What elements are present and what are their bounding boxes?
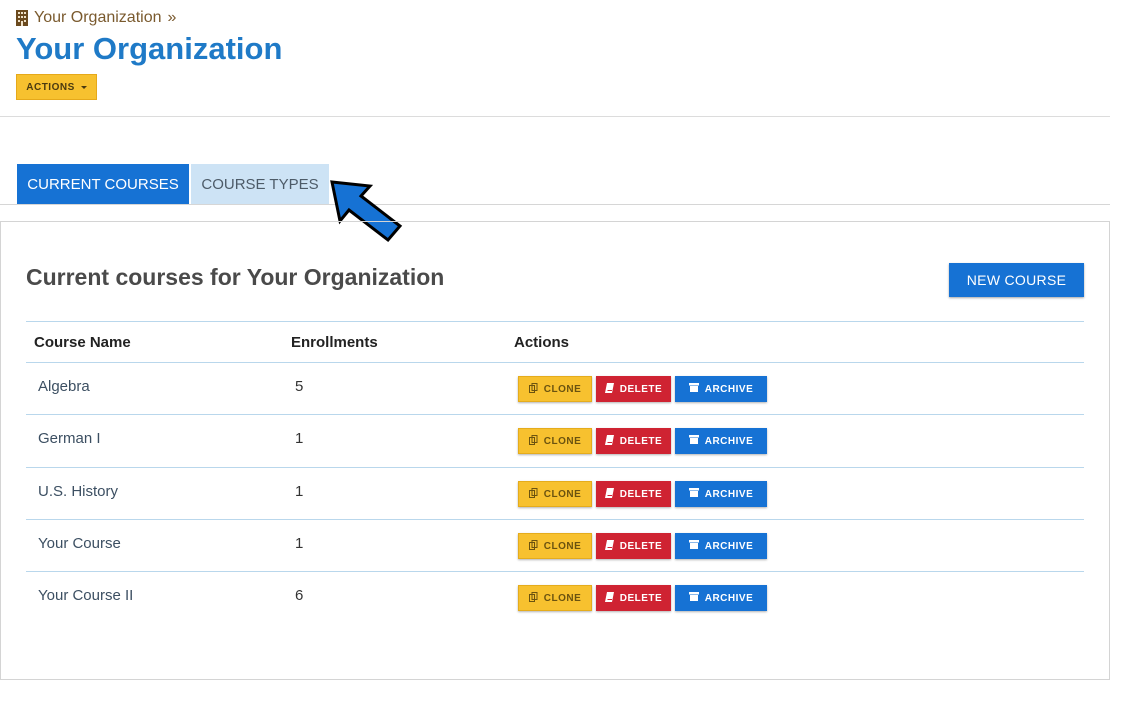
- copy-icon: [528, 382, 538, 396]
- divider: [0, 116, 1110, 117]
- archive-label: ARCHIVE: [704, 592, 754, 604]
- delete-label: DELETE: [619, 540, 663, 552]
- delete-button[interactable]: DELETE: [596, 533, 671, 559]
- clone-button[interactable]: CLONE: [518, 376, 592, 402]
- book-icon: [604, 434, 614, 448]
- archive-button[interactable]: ARCHIVE: [675, 585, 767, 611]
- column-header-course-name: Course Name: [34, 334, 131, 351]
- archive-button[interactable]: ARCHIVE: [675, 481, 767, 507]
- delete-label: DELETE: [619, 435, 663, 447]
- archive-icon: [688, 435, 699, 447]
- row-divider: [26, 571, 1084, 572]
- enrollments-cell: 6: [295, 587, 304, 604]
- row-divider: [26, 519, 1084, 520]
- course-name-cell[interactable]: Algebra: [38, 378, 90, 395]
- clone-label: CLONE: [543, 435, 582, 447]
- copy-icon: [528, 434, 538, 448]
- delete-label: DELETE: [619, 592, 663, 604]
- building-icon: [16, 10, 28, 26]
- delete-button[interactable]: DELETE: [596, 376, 671, 402]
- book-icon: [604, 487, 614, 501]
- course-name-cell[interactable]: U.S. History: [38, 483, 118, 500]
- course-name-cell[interactable]: German I: [38, 430, 101, 447]
- delete-button[interactable]: DELETE: [596, 481, 671, 507]
- archive-label: ARCHIVE: [704, 488, 754, 500]
- archive-button[interactable]: ARCHIVE: [675, 376, 767, 402]
- archive-icon: [688, 540, 699, 552]
- tabs-divider: [0, 204, 1110, 205]
- copy-icon: [528, 591, 538, 605]
- course-name-cell[interactable]: Your Course II: [38, 587, 133, 604]
- enrollments-cell: 1: [295, 430, 304, 447]
- caret-down-icon: [80, 85, 87, 89]
- clone-label: CLONE: [543, 488, 582, 500]
- row-divider: [26, 414, 1084, 415]
- page-title: Your Organization: [16, 31, 283, 66]
- table-top-border: [26, 321, 1084, 322]
- actions-label: ACTIONS: [26, 81, 75, 93]
- clone-button[interactable]: CLONE: [518, 428, 592, 454]
- book-icon: [604, 382, 614, 396]
- row-divider: [26, 467, 1084, 468]
- archive-button[interactable]: ARCHIVE: [675, 533, 767, 559]
- book-icon: [604, 539, 614, 553]
- column-header-enrollments: Enrollments: [291, 334, 378, 351]
- clone-label: CLONE: [543, 540, 582, 552]
- breadcrumb: Your Organization »: [16, 9, 176, 27]
- delete-button[interactable]: DELETE: [596, 585, 671, 611]
- enrollments-cell: 5: [295, 378, 304, 395]
- archive-icon: [688, 488, 699, 500]
- clone-button[interactable]: CLONE: [518, 533, 592, 559]
- book-icon: [604, 591, 614, 605]
- delete-label: DELETE: [619, 383, 663, 395]
- tab-current-courses[interactable]: CURRENT COURSES: [17, 164, 189, 204]
- copy-icon: [528, 539, 538, 553]
- copy-icon: [528, 487, 538, 501]
- delete-button[interactable]: DELETE: [596, 428, 671, 454]
- archive-label: ARCHIVE: [704, 540, 754, 552]
- archive-icon: [688, 383, 699, 395]
- clone-button[interactable]: CLONE: [518, 585, 592, 611]
- new-course-button[interactable]: NEW COURSE: [949, 263, 1084, 297]
- archive-label: ARCHIVE: [704, 383, 754, 395]
- breadcrumb-link-org[interactable]: Your Organization: [34, 9, 162, 27]
- course-name-cell[interactable]: Your Course: [38, 535, 121, 552]
- archive-button[interactable]: ARCHIVE: [675, 428, 767, 454]
- table-header-border: [26, 362, 1084, 363]
- enrollments-cell: 1: [295, 483, 304, 500]
- breadcrumb-separator: »: [167, 9, 177, 26]
- column-header-actions: Actions: [514, 334, 570, 351]
- archive-icon: [688, 592, 699, 604]
- enrollments-cell: 1: [295, 535, 304, 552]
- actions-dropdown-button[interactable]: ACTIONS: [16, 74, 97, 100]
- archive-label: ARCHIVE: [704, 435, 754, 447]
- clone-button[interactable]: CLONE: [518, 481, 592, 507]
- delete-label: DELETE: [619, 488, 663, 500]
- clone-label: CLONE: [543, 383, 582, 395]
- panel-title: Current courses for Your Organization: [26, 264, 445, 290]
- clone-label: CLONE: [543, 592, 582, 604]
- tab-course-types[interactable]: COURSE TYPES: [191, 164, 329, 204]
